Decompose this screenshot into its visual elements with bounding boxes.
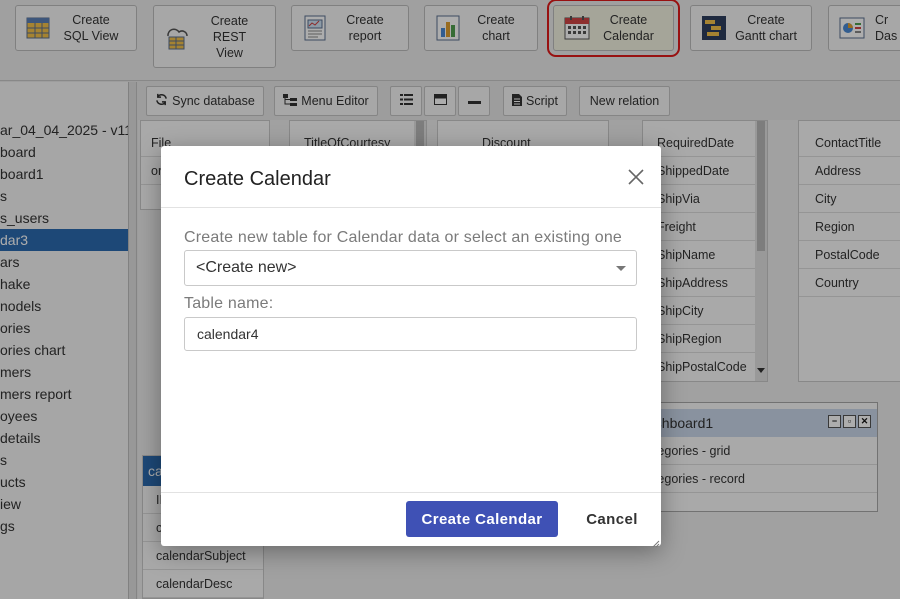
close-icon[interactable]: [626, 167, 646, 187]
table-name-input[interactable]: [184, 317, 637, 351]
table-name-label: Table name:: [184, 295, 274, 312]
create-calendar-submit-button[interactable]: Create Calendar: [406, 501, 558, 537]
chevron-down-icon: [616, 266, 626, 271]
dialog-footer-divider: [161, 492, 661, 493]
calendar-table-select-label: Create new table for Calendar data or se…: [184, 229, 623, 246]
create-calendar-dialog: Create Calendar Create new table for Cal…: [161, 146, 661, 548]
dialog-title: Create Calendar: [184, 168, 331, 190]
dialog-header-divider: [161, 207, 661, 208]
cancel-button[interactable]: Cancel: [574, 501, 650, 537]
resize-handle-icon[interactable]: [650, 535, 660, 548]
calendar-table-select[interactable]: <Create new>: [184, 250, 637, 286]
calendar-table-select-value: <Create new>: [196, 259, 297, 276]
